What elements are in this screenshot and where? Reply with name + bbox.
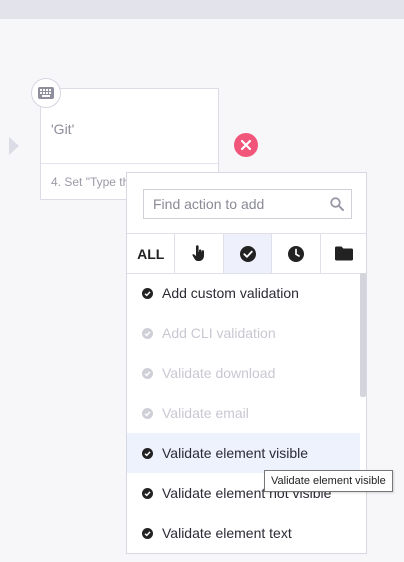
list-item[interactable]: Validate element visible (127, 433, 360, 473)
hand-pointer-icon (192, 245, 205, 261)
search-icon[interactable] (330, 197, 344, 211)
close-icon (241, 140, 251, 150)
filter-all-label: ALL (137, 245, 165, 262)
check-circle-icon (142, 367, 153, 379)
list-item[interactable]: Add CLI validation (127, 313, 360, 353)
list-item[interactable]: Add custom validation (127, 273, 360, 313)
list-item[interactable]: Validate element text (127, 513, 360, 553)
action-picker-panel: ALL Add custom valid (126, 172, 367, 554)
check-circle-icon (142, 407, 153, 419)
filter-wait-tab[interactable] (272, 234, 321, 273)
list-item-label: Add CLI validation (162, 325, 276, 341)
list-item[interactable]: Validate download (127, 353, 360, 393)
filter-tabs: ALL (127, 233, 366, 274)
folder-icon (335, 246, 354, 261)
top-bar (0, 0, 404, 19)
close-button[interactable] (234, 133, 258, 157)
step-value: 'Git' (51, 121, 75, 137)
expand-arrow-icon[interactable] (9, 137, 19, 155)
check-circle-icon (142, 487, 153, 499)
check-circle-icon (142, 287, 153, 299)
list-item-label: Validate email (162, 405, 249, 421)
list-item[interactable]: Validate email (127, 393, 360, 433)
list-item-label: Validate element text (162, 525, 292, 541)
search-box (143, 189, 352, 219)
step-divider (41, 163, 218, 164)
list-item-label: Validate download (162, 365, 276, 381)
clock-icon (287, 245, 304, 262)
check-circle-icon (142, 447, 153, 459)
list-item-label: Validate element visible (162, 445, 309, 461)
action-list: Add custom validation Add CLI validation… (127, 273, 360, 553)
keyboard-icon (31, 78, 61, 108)
search-input[interactable] (144, 190, 333, 218)
check-circle-icon (142, 527, 153, 539)
list-scrollbar[interactable] (360, 273, 366, 397)
filter-folder-tab[interactable] (321, 234, 366, 273)
tooltip: Validate element visible (264, 470, 393, 492)
filter-all-tab[interactable]: ALL (127, 234, 176, 273)
check-circle-icon (142, 327, 153, 339)
filter-validation-tab[interactable] (223, 234, 273, 273)
list-item-label: Add custom validation (162, 285, 299, 301)
filter-interaction-tab[interactable] (175, 234, 224, 273)
check-circle-icon (239, 245, 256, 262)
